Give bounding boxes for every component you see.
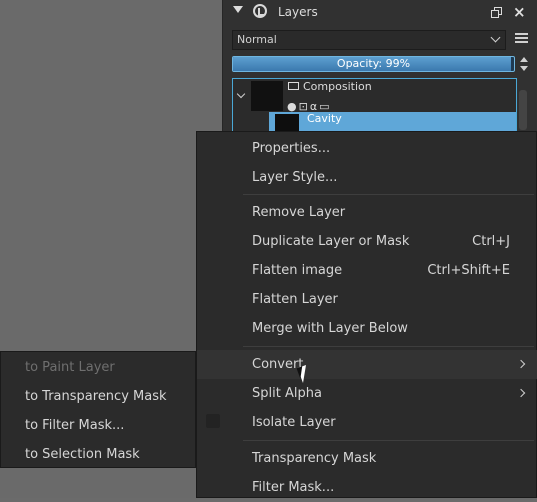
menu-item-remove-layer[interactable]: Remove Layer <box>197 198 537 227</box>
layer-name: Cavity <box>307 112 342 125</box>
submenu-item-to-paint-layer: to Paint Layer <box>1 353 197 382</box>
menu-item-label: Flatten Layer <box>252 292 338 307</box>
folder-icon <box>288 82 299 90</box>
menu-item-duplicate-layer[interactable]: Duplicate Layer or Mask Ctrl+J <box>197 227 537 256</box>
menu-item-label: Flatten image <box>252 263 343 278</box>
float-docker-icon[interactable] <box>491 7 502 18</box>
menu-item-label: Filter Mask... <box>252 480 335 495</box>
menu-separator <box>243 194 534 195</box>
menu-item-layer-style[interactable]: Layer Style... <box>197 163 537 192</box>
menu-item-convert[interactable]: Convert <box>197 350 537 379</box>
submenu-item-to-transparency-mask[interactable]: to Transparency Mask <box>1 382 197 411</box>
menu-item-label: Split Alpha <box>252 386 322 401</box>
layer-thumbnail <box>251 81 283 111</box>
submenu-item-to-filter-mask[interactable]: to Filter Mask... <box>1 411 197 440</box>
layer-name: Composition <box>303 80 372 93</box>
menu-separator <box>243 346 534 347</box>
submenu-arrow-icon <box>516 388 526 398</box>
opacity-increase-icon[interactable] <box>520 57 528 62</box>
menu-item-transparency-mask[interactable]: Transparency Mask <box>197 444 537 473</box>
menu-separator <box>243 440 534 441</box>
layer-list-scrollbar[interactable] <box>519 90 527 130</box>
submenu-item-label: to Selection Mask <box>25 447 140 462</box>
blend-mode-value: Normal <box>237 33 277 46</box>
menu-item-isolate-layer[interactable]: Isolate Layer <box>197 408 537 437</box>
menu-item-shortcut: Ctrl+J <box>472 234 510 249</box>
menu-item-label: Transparency Mask <box>252 451 377 466</box>
checkbox-icon[interactable] <box>206 414 220 428</box>
menu-item-label: Layer Style... <box>252 170 338 185</box>
menu-item-label: Duplicate Layer or Mask <box>252 234 410 249</box>
menu-item-flatten-layer[interactable]: Flatten Layer <box>197 285 537 314</box>
submenu-arrow-icon <box>516 359 526 369</box>
docker-menu-icon[interactable] <box>515 33 528 46</box>
layer-row-composition[interactable]: Composition ●⊡α▭ <box>233 79 516 113</box>
collapse-triangle-icon[interactable] <box>233 6 243 13</box>
close-icon[interactable]: × <box>513 2 526 22</box>
opacity-label: Opacity: 99% <box>336 57 411 70</box>
opacity-slider[interactable]: Opacity: 99% <box>232 56 515 72</box>
chevron-down-icon <box>490 32 501 43</box>
menu-item-label: Merge with Layer Below <box>252 321 408 336</box>
menu-item-split-alpha[interactable]: Split Alpha <box>197 379 537 408</box>
submenu-item-label: to Paint Layer <box>25 360 115 375</box>
layer-list: Composition ●⊡α▭ Cavity <box>232 78 517 138</box>
menu-item-properties[interactable]: Properties... <box>197 134 537 163</box>
menu-item-shortcut: Ctrl+Shift+E <box>427 263 510 278</box>
layers-icon <box>253 4 267 18</box>
menu-item-flatten-image[interactable]: Flatten image Ctrl+Shift+E <box>197 256 537 285</box>
blend-mode-select[interactable]: Normal <box>232 30 506 50</box>
expand-chevron-icon[interactable] <box>236 89 246 99</box>
submenu-item-to-selection-mask[interactable]: to Selection Mask <box>1 440 197 469</box>
menu-item-label: Properties... <box>252 141 331 156</box>
submenu-item-label: to Filter Mask... <box>25 418 125 433</box>
docker-title-bar: Layers × <box>223 0 537 26</box>
menu-item-label: Isolate Layer <box>252 415 336 430</box>
layer-context-menu: Properties... Layer Style... Remove Laye… <box>196 131 537 498</box>
menu-item-label: Convert <box>252 357 304 372</box>
menu-item-merge-down[interactable]: Merge with Layer Below <box>197 314 537 343</box>
submenu-item-label: to Transparency Mask <box>25 389 167 404</box>
convert-submenu: to Paint Layer to Transparency Mask to F… <box>0 351 196 468</box>
opacity-decrease-icon[interactable] <box>520 66 528 71</box>
menu-item-label: Remove Layer <box>252 205 346 220</box>
docker-title: Layers <box>278 5 318 19</box>
